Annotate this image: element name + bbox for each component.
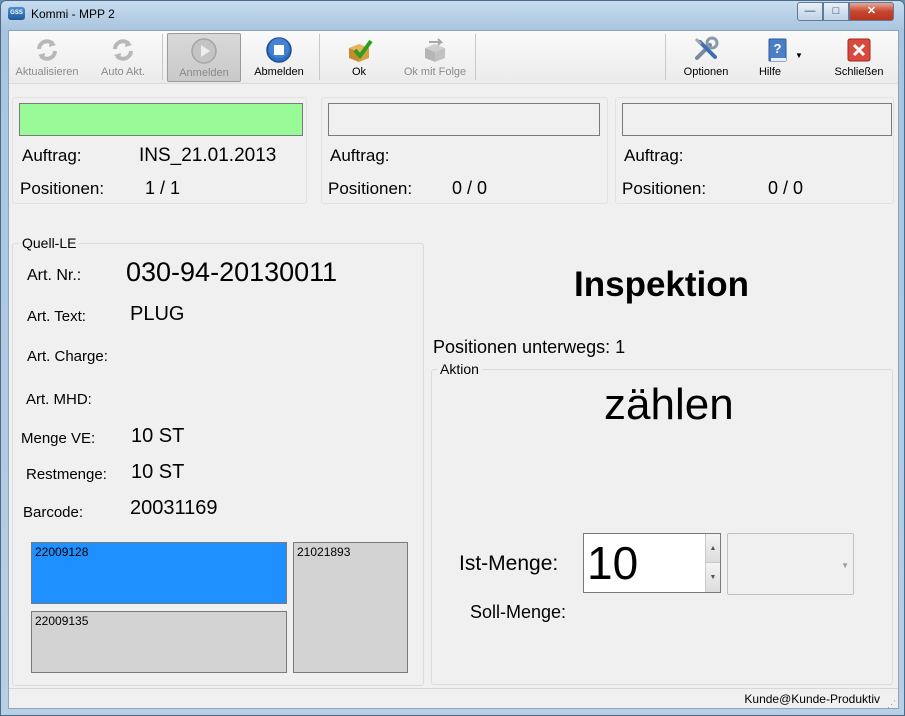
aktualisieren-button[interactable]: Aktualisieren [11,33,83,82]
abmelden-button[interactable]: Abmelden [247,33,311,82]
spin-up-icon[interactable]: ▲ [705,534,720,563]
art-mhd-label: Art. MHD: [26,391,92,408]
art-nr-value: 030-94-20130011 [126,257,338,287]
soll-menge-label: Soll-Menge: [470,602,567,622]
slot-status-indicator [328,103,600,136]
toolbar-separator [162,34,163,80]
status-bar: Kunde@Kunde-Produktiv ⋰ [9,688,898,709]
refresh-icon [37,39,57,61]
optionen-button[interactable]: Optionen [675,33,737,82]
ist-menge-value: 10 [587,537,639,589]
title-bar[interactable]: GSS Kommi - MPP 2 — □ ✕ [1,1,904,27]
slot-status-indicator [19,103,303,136]
spin-down-icon[interactable]: ▼ [705,563,720,592]
client-area: Aktualisieren Auto Akt. Anmelden Abmelde… [8,30,899,709]
art-nr-label: Art. Nr.: [27,267,82,284]
ist-menge-label: Ist-Menge: [459,552,559,575]
optionen-label: Optionen [683,66,729,78]
aktion-value: zählen [604,380,734,429]
chevron-down-icon: ▼ [841,561,849,570]
minimize-button[interactable]: — [797,2,823,21]
slot-positionen-value: 1 / 1 [145,178,181,198]
menge-ve-value: 10 ST [131,425,185,447]
resize-grip-icon[interactable]: ⋰ [887,700,896,709]
slot-positionen-value: 0 / 0 [768,178,804,198]
art-text-label: Art. Text: [27,308,86,325]
schliessen-button[interactable]: Schließen [829,33,889,82]
art-text-value: PLUG [130,303,185,325]
slot-positionen-label: Positionen: [622,179,707,198]
stop-icon [266,37,292,63]
toolbar-separator [475,34,476,80]
maximize-button[interactable]: □ [823,2,849,21]
close-window-button[interactable]: ✕ [849,2,894,21]
ok-mit-folge-label: Ok mit Folge [403,66,467,78]
help-book-icon: ? [768,38,787,62]
auto-akt-button[interactable]: Auto Akt. [93,33,153,82]
menge-ve-label: Menge VE: [21,430,96,447]
toolbar: Aktualisieren Auto Akt. Anmelden Abmelde… [9,31,898,84]
hilfe-dropdown-arrow-icon[interactable]: ▼ [795,51,803,60]
svg-text:?: ? [774,41,782,56]
restmenge-label: Restmenge: [26,466,107,483]
ok-mit-folge-button[interactable]: Ok mit Folge [397,33,473,82]
restmenge-value: 10 ST [131,461,185,483]
slot-status-indicator [622,103,892,136]
close-icon [847,38,871,62]
positionen-unterwegs: Positionen unterwegs: 1 [433,337,626,357]
quell-le-title: Quell-LE [19,235,80,251]
main-window: GSS Kommi - MPP 2 — □ ✕ Aktualisieren Au… [0,0,905,716]
anmelden-label: Anmelden [179,67,229,79]
status-user: Kunde@Kunde-Produktiv [744,692,880,706]
le-tile[interactable]: 22009135 [31,611,287,673]
toolbar-separator [665,34,666,80]
tools-icon [694,36,719,60]
slot-auftrag-label: Auftrag: [624,146,684,165]
order-slot-2[interactable]: Auftrag: Positionen: 0 / 0 [321,97,608,204]
order-slot-1[interactable]: Auftrag: INS_21.01.2013 Positionen: 1 / … [12,97,307,204]
toolbar-separator [319,34,320,80]
anmelden-button[interactable]: Anmelden [167,33,241,82]
barcode-label: Barcode: [23,504,84,521]
order-slot-3[interactable]: Auftrag: Positionen: 0 / 0 [615,97,894,204]
quell-le-group: Quell-LE Art. Nr.: 030-94-20130011 Art. … [12,235,424,686]
aktion-group: Aktion zählen Ist-Menge: Soll-Menge: [431,361,893,685]
hilfe-label: Hilfe [758,66,781,78]
slot-positionen-label: Positionen: [20,179,105,198]
art-charge-label: Art. Charge: [27,348,108,365]
aktualisieren-label: Aktualisieren [15,66,79,78]
slot-auftrag-label: Auftrag: [330,146,390,165]
box-forward-icon [425,38,445,62]
slot-auftrag-label: Auftrag: [22,146,82,165]
hilfe-button[interactable]: ? Hilfe ▼ [747,33,807,82]
slot-positionen-value: 0 / 0 [452,178,488,198]
window-title: Kommi - MPP 2 [31,7,115,21]
aktion-title: Aktion [437,361,482,377]
play-icon [191,38,217,64]
slot-positionen-label: Positionen: [328,179,413,198]
auto-akt-label: Auto Akt. [100,66,146,78]
box-check-icon [349,39,373,62]
ist-menge-input[interactable]: 10 ▲ ▼ [583,533,721,593]
le-tile[interactable]: 22009128 [31,542,287,604]
app-icon: GSS [8,7,25,20]
slot-auftrag-value: INS_21.01.2013 [139,145,277,166]
schliessen-label: Schließen [834,66,884,78]
ok-button[interactable]: Ok [334,33,384,82]
unit-select[interactable]: ▼ [727,533,854,595]
barcode-value: 20031169 [130,497,218,519]
auto-refresh-icon [113,39,133,61]
page-title: Inspektion [574,265,750,304]
abmelden-label: Abmelden [254,66,304,78]
le-tile[interactable]: 21021893 [293,542,408,673]
ok-label: Ok [351,66,367,78]
